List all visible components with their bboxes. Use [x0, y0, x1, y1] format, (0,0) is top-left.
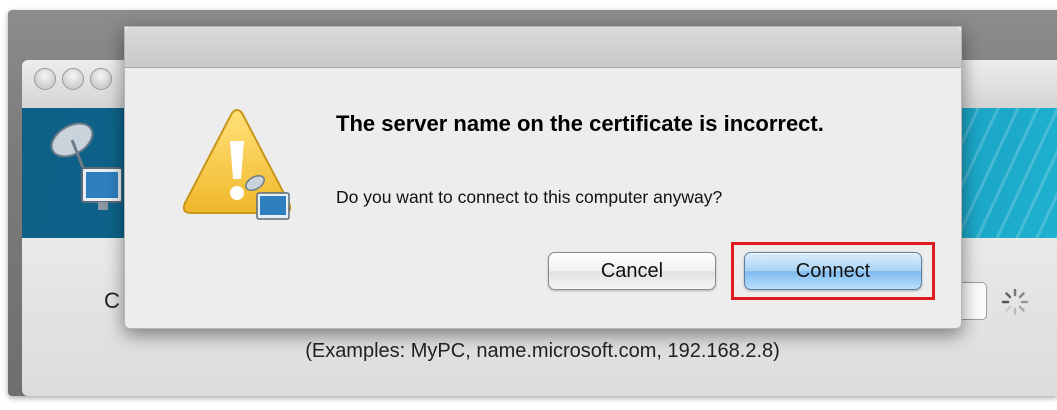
dialog-title: The server name on the certificate is in… — [336, 111, 824, 136]
dialog-message: Do you want to connect to this computer … — [336, 187, 723, 207]
remote-desktop-icon — [42, 110, 123, 235]
examples-hint: (Examples: MyPC, name.microsoft.com, 192… — [305, 340, 780, 362]
computer-label: C — [104, 288, 120, 313]
computer-name-field[interactable] — [962, 282, 987, 320]
dialog-top-bar — [125, 27, 961, 68]
certificate-alert-dialog: The server name on the certificate is in… — [124, 26, 962, 329]
close-window-button[interactable] — [34, 68, 56, 90]
minimize-window-button[interactable] — [62, 68, 84, 90]
spinner-icon — [1000, 287, 1030, 317]
warning-icon — [177, 107, 297, 232]
cancel-button[interactable]: Cancel — [548, 252, 716, 290]
zoom-window-button[interactable] — [90, 68, 112, 90]
connect-highlight-box — [731, 242, 935, 300]
